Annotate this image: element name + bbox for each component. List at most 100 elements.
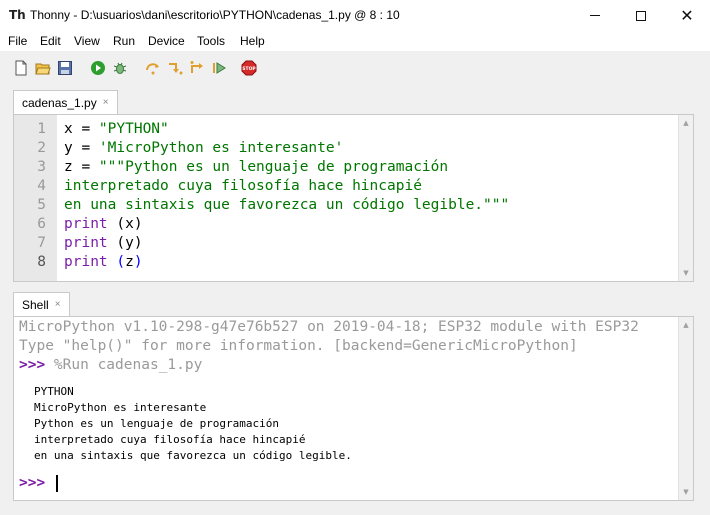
tab-cadenas-1[interactable]: cadenas_1.py × [13,90,118,114]
code-line[interactable]: 5 en una sintaxis que favorezca un código… [14,196,654,215]
resume-button[interactable] [211,60,227,76]
code-token: z = [64,159,99,175]
shell-banner-line: MicroPython v1.10-298-g47e76b527 on 2019… [19,319,639,335]
run-button[interactable] [90,60,106,76]
code-token: z [125,254,134,270]
step-over-icon [146,63,159,75]
debug-icon [113,62,127,74]
code-token: print [64,254,108,270]
menu-view[interactable]: View [74,34,100,48]
code-line[interactable]: 1 x = "PYTHON" [14,120,654,139]
line-number: 5 [37,197,46,213]
shell-console[interactable]: MicroPython v1.10-298-g47e76b527 on 2019… [13,316,694,501]
shell-scroll-down-arrow-icon[interactable]: ▼ [679,485,693,499]
close-tab-icon[interactable]: × [103,97,109,108]
code-text: print (y) [64,234,143,253]
shell-tab-label: Shell [22,297,49,312]
line-number: 2 [37,140,46,156]
text-cursor [55,474,58,492]
close-button[interactable]: ✕ [664,0,710,31]
thonny-app-icon: Th [9,8,26,22]
code-token: 'MicroPython es interesante' [98,140,344,156]
maximize-button[interactable] [618,0,664,31]
code-token: x = [64,121,99,137]
stop-button[interactable]: STOP [241,60,257,76]
new-file-icon [15,60,27,76]
maximize-icon [636,10,646,21]
open-file-icon [35,63,51,75]
close-icon: ✕ [680,5,694,25]
save-button[interactable] [57,60,73,76]
window-title: Thonny - D:\usuarios\dani\escritorio\PYT… [30,8,400,22]
shell-output-line: PYTHON [34,385,74,398]
code-text: interpretado cuya filosofía hace hincapi… [64,177,422,196]
shell-run-line: >>> %Run cadenas_1.py [19,356,202,375]
open-file-button[interactable] [35,60,51,76]
step-out-icon [190,61,203,73]
line-number: 3 [37,159,46,175]
code-line[interactable]: 4 interpretado cuya filosofía hace hincap… [14,177,654,196]
scroll-up-arrow-icon[interactable]: ▲ [679,116,693,130]
minimize-button[interactable] [572,0,618,31]
step-over-button[interactable] [145,60,161,76]
shell-vertical-scrollbar[interactable]: ▲ ▼ [678,317,693,500]
menu-help[interactable]: Help [240,34,265,48]
line-number: 7 [37,235,46,251]
code-line[interactable]: 8 print (z) [14,253,654,272]
code-text: z = """Python es un lenguaje de programa… [64,158,448,177]
menu-run[interactable]: Run [113,34,135,48]
shell-input-line[interactable]: >>> [19,474,58,493]
line-number: 4 [37,178,46,194]
shell-input-prompt: >>> [19,475,46,491]
code-text: y = 'MicroPython es interesante' [64,139,343,158]
menu-device[interactable]: Device [148,34,185,48]
code-line[interactable]: 6 print (x) [14,215,654,234]
editor-vertical-scrollbar[interactable]: ▲ ▼ [678,115,693,281]
code-text: en una sintaxis que favorezca un código … [64,196,509,215]
menu-tools[interactable]: Tools [197,34,225,48]
shell-output-line: MicroPython es interesante [34,401,207,414]
line-number: 1 [37,121,46,137]
code-text: print (x) [64,215,143,234]
code-text: print (z) [64,253,143,272]
line-number: 8 [37,254,46,270]
shell-scroll-up-arrow-icon[interactable]: ▲ [679,318,693,332]
editor-tab-strip: cadenas_1.py × [8,90,702,114]
tab-shell[interactable]: Shell × [13,292,70,316]
code-line[interactable]: 3 z = """Python es un lenguaje de program… [14,158,654,177]
code-editor[interactable]: 1 x = "PYTHON" 2 y = 'MicroPython es intere… [13,114,694,282]
code-token: """Python es un lenguaje de programación [98,159,449,175]
code-token: y = [64,140,99,156]
toolbar: STOP [0,53,710,83]
code-token: ) [133,254,143,270]
menu-file[interactable]: File [8,34,27,48]
code-token: ( [107,254,126,270]
code-token: (y) [107,235,143,251]
debug-button[interactable] [112,60,128,76]
code-line[interactable]: 7 print (y) [14,234,654,253]
scroll-down-arrow-icon[interactable]: ▼ [679,266,693,280]
stop-icon: STOP [241,60,257,76]
step-out-button[interactable] [189,60,205,76]
step-into-button[interactable] [167,60,183,76]
code-token: interpretado cuya filosofía hace hincapi… [64,178,422,194]
code-text: x = "PYTHON" [64,120,169,139]
close-shell-tab-icon[interactable]: × [55,299,61,310]
editor-tab-label: cadenas_1.py [22,95,97,110]
save-icon [58,61,72,75]
shell-output-line: Python es un lenguaje de programación [34,417,280,430]
title-bar: Th Thonny - D:\usuarios\dani\escritorio\… [0,0,710,31]
shell-tab-strip: Shell × [8,292,702,316]
code-token: print [64,235,108,251]
shell-help-line: Type "help()" for more information. [bac… [19,338,578,354]
code-line[interactable]: 2 y = 'MicroPython es interesante' [14,139,654,158]
code-token: (x) [107,216,143,232]
menu-edit[interactable]: Edit [40,34,61,48]
code-token: en una sintaxis que favorezca un código … [64,197,510,213]
run-icon [91,61,105,75]
shell-output-line: interpretado cuya filosofía hace hincapi… [34,433,306,446]
line-number: 6 [37,216,46,232]
shell-run-command: %Run cadenas_1.py [45,357,203,373]
new-file-button[interactable] [13,60,29,76]
stop-label: STOP [242,66,256,72]
